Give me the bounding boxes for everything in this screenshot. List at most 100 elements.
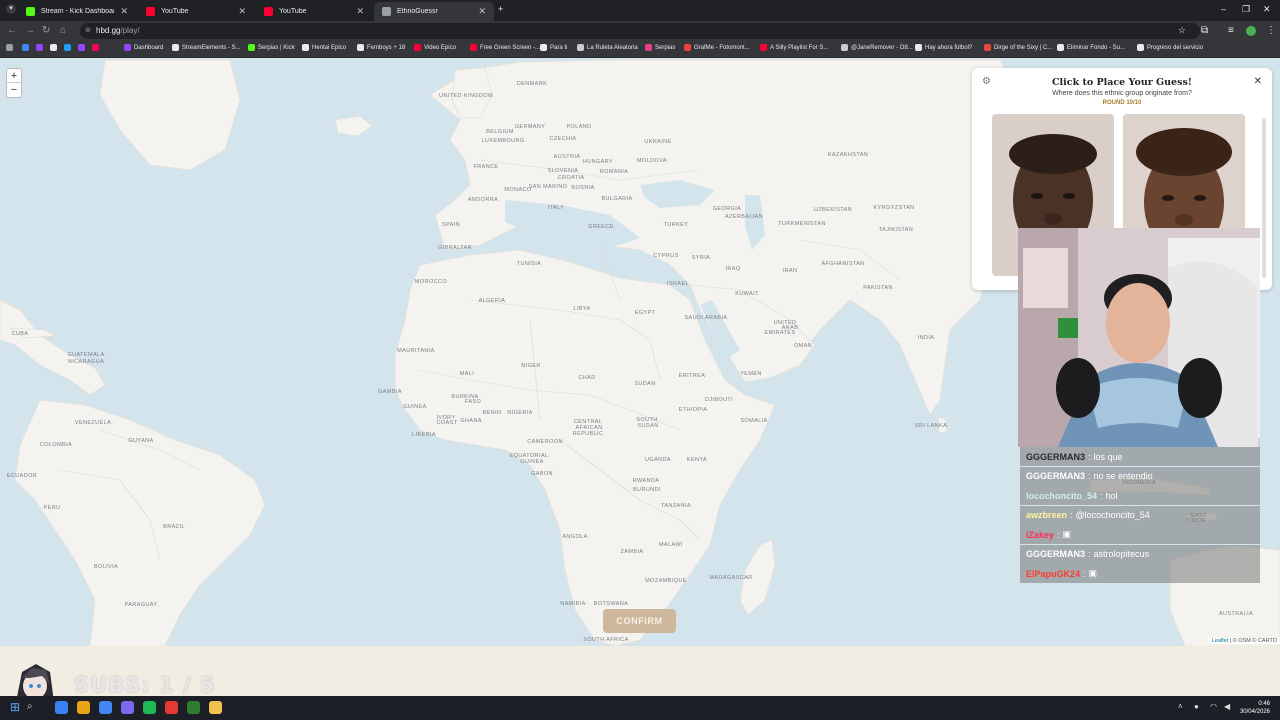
bookmark-item[interactable]: Video Epico <box>414 44 456 51</box>
forward-icon[interactable]: → <box>25 25 35 36</box>
chat-message: GGGERMAN3: astrolopitecus <box>1020 544 1260 564</box>
country-label: Liberia <box>412 432 436 438</box>
volume-icon[interactable]: ◀ <box>1224 702 1230 711</box>
search-icon[interactable]: ⌕ <box>27 701 33 712</box>
close-tab-icon[interactable]: ✕ <box>478 6 486 17</box>
bookmark-item[interactable]: Hay ahora fútbol? <box>915 44 972 51</box>
home-icon[interactable]: ⌂ <box>60 25 66 36</box>
zoom-in-button[interactable]: + <box>7 69 21 83</box>
bookmark-quick-icon[interactable] <box>78 44 85 51</box>
country-label: Greece <box>588 224 614 230</box>
back-icon[interactable]: ← <box>7 25 17 36</box>
bookmark-quick-icon[interactable] <box>64 44 71 51</box>
close-icon[interactable]: ✕ <box>1254 76 1262 87</box>
bookmark-favicon-icon <box>577 44 584 51</box>
tab-ethnoguessr[interactable]: EthnoGuessr ✕ <box>374 2 494 21</box>
site-info-icon[interactable]: ⊜ <box>85 26 91 34</box>
bookmark-item[interactable]: Dirge of the Sixy | C... <box>984 44 1052 51</box>
bookmark-quick-icon[interactable] <box>92 44 99 51</box>
zoom-out-button[interactable]: − <box>7 83 21 97</box>
country-label: Tanzania <box>661 503 691 509</box>
start-menu-icon[interactable]: ⊞ <box>10 700 20 714</box>
bookmark-favicon-icon <box>470 44 477 51</box>
country-label: Coast <box>436 420 458 426</box>
bookmark-star-icon[interactable]: ☆ <box>1178 25 1186 36</box>
kick-favicon-icon <box>26 7 35 16</box>
taskbar-app-icon[interactable] <box>209 701 222 714</box>
profile-avatar[interactable] <box>1246 26 1256 36</box>
country-label: Bosnia <box>571 185 595 191</box>
tab-youtube-2[interactable]: YouTube ✕ <box>256 2 372 21</box>
tab-kick-dashboard[interactable]: Stream - Kick Dashboard ✕ <box>18 2 136 21</box>
tray-chevron-icon[interactable]: ˄ <box>1178 702 1183 711</box>
taskbar-app-icon[interactable] <box>55 701 68 714</box>
confirm-button[interactable]: CONFIRM <box>603 609 676 633</box>
wifi-icon[interactable]: ◠ <box>1210 702 1217 711</box>
country-label: Iraq <box>725 266 741 272</box>
taskbar-app-icon[interactable] <box>99 701 112 714</box>
bookmark-item[interactable]: Femboys + 18 <box>357 44 405 51</box>
leaflet-link[interactable]: Leaflet <box>1212 638 1229 644</box>
bookmark-item[interactable]: @JaneRemover - O8... <box>841 44 913 51</box>
bookmark-favicon-icon <box>124 44 131 51</box>
panel-scrollbar[interactable] <box>1262 118 1266 278</box>
bookmark-item[interactable]: GrafMe - Fotomont... <box>684 44 750 51</box>
bookmark-item[interactable]: Serpias | Kick <box>248 44 295 51</box>
bookmark-item[interactable]: Serpias <box>645 44 675 51</box>
close-window-icon[interactable]: ✕ <box>1263 4 1271 15</box>
taskbar-app-icon[interactable] <box>121 701 134 714</box>
bookmark-item[interactable]: StreamElements - S... <box>172 44 241 51</box>
apps-grid-icon[interactable] <box>6 44 13 51</box>
taskbar-clock[interactable]: 0:46 30/04/2026 <box>1240 700 1270 716</box>
bookmark-quick-icon[interactable] <box>50 44 57 51</box>
maximize-icon[interactable]: ❐ <box>1242 4 1250 15</box>
taskbar-app-icon[interactable] <box>165 701 178 714</box>
country-label: South Africa <box>583 637 629 643</box>
extensions-icon[interactable]: ⧉ <box>1201 25 1208 36</box>
close-tab-icon[interactable]: ✕ <box>120 6 128 17</box>
bookmark-quick-icon[interactable] <box>36 44 43 51</box>
close-tab-icon[interactable]: ✕ <box>238 6 246 17</box>
taskbar-app-icon[interactable] <box>77 701 90 714</box>
bookmark-label: @JaneRemover - O8... <box>851 44 913 51</box>
bookmark-favicon-icon <box>1137 44 1144 51</box>
country-label: India <box>917 335 935 341</box>
country-label: Morocco <box>414 279 448 285</box>
chat-text: ▣ <box>1062 529 1072 539</box>
bookmark-item[interactable]: Free Green Screen -... <box>470 44 540 51</box>
taskbar-app-icon[interactable] <box>143 701 156 714</box>
media-icon[interactable]: ≡ <box>1228 25 1234 36</box>
bookmark-item[interactable]: Progreso del servicio <box>1137 44 1203 51</box>
close-tab-icon[interactable]: ✕ <box>356 6 364 17</box>
reload-icon[interactable]: ↻ <box>42 25 50 36</box>
country-label: Ecuador <box>6 473 38 479</box>
minimize-icon[interactable]: – <box>1221 4 1226 14</box>
bookmark-item[interactable]: Hentai Epico <box>302 44 346 51</box>
country-label: Turkmenistan <box>778 221 826 227</box>
country-label: Libya <box>573 306 591 312</box>
bookmark-item[interactable]: A Silly Playlist For S... <box>760 44 828 51</box>
tab-search-icon[interactable]: ▾ <box>6 4 16 14</box>
country-label: Cuba <box>11 331 29 337</box>
tab-youtube-1[interactable]: YouTube ✕ <box>138 2 254 21</box>
country-label: Bulgaria <box>601 196 633 202</box>
country-label: Chad <box>578 375 596 381</box>
bookmark-item[interactable]: Eliminar Fondo - Su... <box>1057 44 1125 51</box>
country-label: Ukraine <box>644 139 672 145</box>
menu-icon[interactable]: ⋮ <box>1266 25 1276 36</box>
bookmark-item[interactable]: Dashboard <box>124 44 163 51</box>
country-label: Italy <box>547 205 565 211</box>
country-label: Mali <box>459 371 475 377</box>
country-label: Croatia <box>557 175 585 181</box>
chat-username: ElPapuGK24 <box>1026 568 1081 579</box>
country-label: Ghana <box>460 418 482 424</box>
bookmark-item[interactable]: La Ruleta Aleatoria <box>577 44 638 51</box>
taskbar-app-icon[interactable] <box>187 701 200 714</box>
microphone-icon[interactable]: ● <box>1194 702 1199 711</box>
country-label: Afghanistan <box>821 261 865 267</box>
bookmark-quick-icon[interactable] <box>22 44 29 51</box>
bookmark-item[interactable]: Para ti <box>540 44 567 51</box>
country-label: Pakistan <box>863 285 893 291</box>
address-bar[interactable]: ⊜ hbd.gg/play/ ☆ <box>80 23 1200 39</box>
new-tab-icon[interactable]: + <box>498 4 503 14</box>
